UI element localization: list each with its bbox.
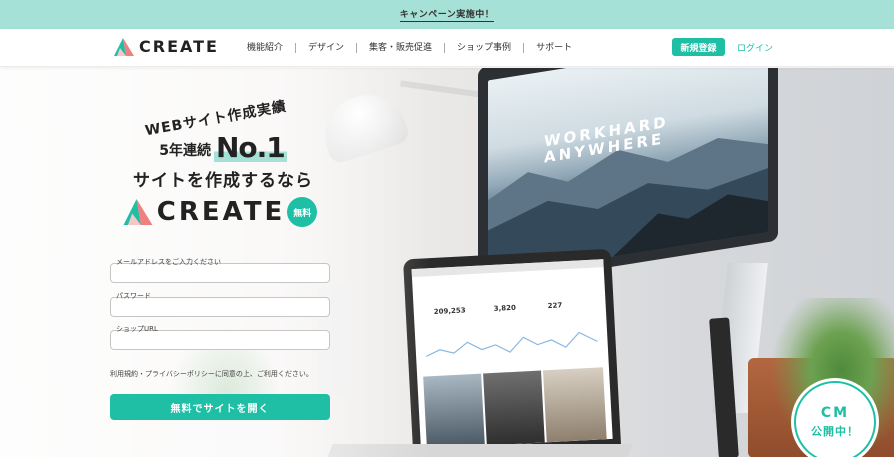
password-label: パスワード [116,292,151,300]
free-badge: 無料 [287,197,318,227]
cm-badge-title: CM [820,405,850,421]
nav-item-marketing[interactable]: 集客・販売促進 [357,43,446,53]
laptop: 209,253 3,820 227 [403,248,621,456]
stat-value-1: 209,253 [433,306,466,317]
hero-headline: WEBサイト作成実績 5年連続 No.1 サイトを作成するなら CREATE 無… [108,99,338,227]
headline-line-2: 5年連続 No.1 [108,134,338,162]
headline-no1: No.1 [213,131,287,164]
terms-text: 利用規約・プライバシーポリシーに同意の上、ご利用ください。 [110,370,313,378]
laptop-photo-1 [423,373,485,449]
cm-badge-subtitle: 公開中！ [811,425,859,438]
nav-item-design[interactable]: デザイン [296,43,358,53]
logo-mark-icon [123,199,153,225]
monitor-screen: WORKHARD ANYWHERE [488,68,768,277]
cm-badge[interactable]: CM 公開中！ [794,381,876,457]
hero-section: WORKHARD ANYWHERE 209,253 3,820 227 WEBサ… [0,68,894,457]
nav-item-support[interactable]: サポート [524,43,584,53]
hero-logo: CREATE 無料 [102,197,338,227]
logo-text: CREATE [139,37,219,56]
stats-line-graph [425,331,598,358]
login-link[interactable]: ログイン [737,41,773,54]
campaign-banner[interactable]: キャンペーン実施中！ [0,0,894,29]
shop-url-label: ショップURL [116,325,158,333]
email-label: メールアドレスをご入力ください [116,258,221,266]
campaign-banner-text[interactable]: キャンペーン実施中！ [399,7,495,22]
nav-item-features[interactable]: 機能紹介 [235,43,297,53]
laptop-photo-3 [543,367,607,443]
main-nav: 機能紹介 デザイン 集客・販売促進 ショップ事例 サポート [235,29,584,67]
site-header: CREATE 機能紹介 デザイン 集客・販売促進 ショップ事例 サポート 新規登… [0,29,894,67]
laptop-photo-2 [483,370,545,446]
headline-years: 5年連続 [159,143,211,159]
laptop-screen: 209,253 3,820 227 [411,259,613,449]
headline-line-3: サイトを作成するなら [133,171,313,191]
register-button[interactable]: 新規登録 [672,38,725,56]
browser-bar [411,259,604,278]
logo-mark-icon [114,37,134,56]
start-free-button[interactable]: 無料でサイトを開く [110,394,330,420]
hero-logo-text: CREATE [156,197,286,227]
stat-value-3: 227 [547,301,563,311]
nav-item-case-studies[interactable]: ショップ事例 [445,43,525,53]
site-logo[interactable]: CREATE [114,37,219,56]
stat-value-2: 3,820 [493,303,517,313]
